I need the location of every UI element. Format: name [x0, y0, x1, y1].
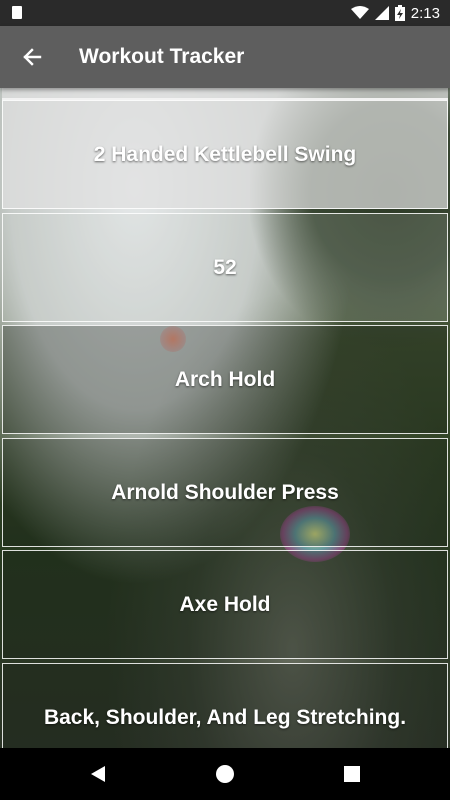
app-bar: Workout Tracker: [0, 26, 450, 88]
wifi-icon: [350, 6, 369, 19]
cellular-icon: [374, 6, 389, 20]
home-circle-icon[interactable]: [213, 762, 237, 786]
status-bar: 2:13: [0, 0, 450, 26]
navigation-bar: [0, 748, 450, 800]
list-item-partial[interactable]: [2, 88, 448, 100]
back-triangle-icon[interactable]: [86, 762, 110, 786]
exercise-name: 52: [213, 255, 237, 279]
list-item[interactable]: Back, Shoulder, And Leg Stretching.: [2, 663, 448, 748]
list-item[interactable]: 52: [2, 213, 448, 322]
battery-charging-icon: [394, 5, 405, 21]
sd-card-icon: [12, 6, 22, 19]
status-icons: 2:13: [350, 0, 440, 26]
list-item[interactable]: 2 Handed Kettlebell Swing: [2, 100, 448, 209]
exercise-list-view[interactable]: 2 Handed Kettlebell Swing 52 Arch Hold A…: [0, 88, 450, 748]
exercise-name: Back, Shoulder, And Leg Stretching.: [43, 705, 407, 729]
list-item[interactable]: Axe Hold: [2, 550, 448, 659]
exercise-name: Arnold Shoulder Press: [111, 480, 339, 504]
arrow-left-icon[interactable]: [18, 43, 46, 71]
overview-square-icon[interactable]: [340, 762, 364, 786]
list-item[interactable]: Arch Hold: [2, 325, 448, 434]
exercise-name: Arch Hold: [174, 367, 276, 391]
exercise-name: Axe Hold: [179, 592, 271, 616]
clock: 2:13: [410, 4, 440, 22]
exercise-name: 2 Handed Kettlebell Swing: [93, 142, 357, 166]
list-item[interactable]: Arnold Shoulder Press: [2, 438, 448, 547]
page-title: Workout Tracker: [79, 45, 245, 68]
